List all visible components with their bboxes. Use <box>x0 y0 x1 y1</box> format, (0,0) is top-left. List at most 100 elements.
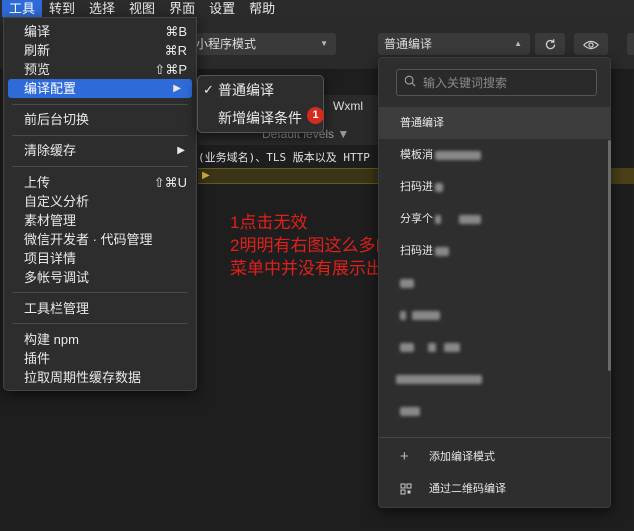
menu-item-label: 插件 <box>24 351 51 366</box>
compile-option[interactable]: 分享个 <box>379 203 610 235</box>
preview-eye-button[interactable] <box>574 33 608 55</box>
menu-item-label: 素材管理 <box>24 213 77 228</box>
compile-option-label: 扫码进 <box>400 181 433 193</box>
compile-option[interactable] <box>379 331 610 363</box>
compile-mode-dropdown: 普通编译 模板消 扫码进 分享个 扫码进 + 添加编译模式 <box>378 57 611 508</box>
submenu-item-normal-compile[interactable]: ✓ 普通编译 <box>198 78 323 102</box>
compile-option[interactable] <box>379 363 610 395</box>
menu-item-code-management[interactable]: 微信开发者 · 代码管理 <box>4 230 196 249</box>
tab-wxml[interactable]: Wxml <box>333 99 363 113</box>
compile-option-label: 普通编译 <box>400 117 444 129</box>
compile-search-box[interactable] <box>396 69 597 96</box>
caret-up-icon: ▲ <box>514 39 522 48</box>
menu-item-label: 上传 <box>24 175 51 190</box>
menu-item-multi-account-debug[interactable]: 多帐号调试 <box>4 268 196 287</box>
menu-select[interactable]: 选择 <box>82 0 122 17</box>
redacted-text <box>400 342 414 352</box>
menu-interface[interactable]: 界面 <box>162 0 202 17</box>
compile-search-input[interactable] <box>423 73 593 92</box>
menu-item-label: 清除缓存 <box>24 143 77 158</box>
redacted-text <box>400 278 414 288</box>
qrcode-icon <box>400 474 412 504</box>
menu-item-upload[interactable]: 上传 ⇧⌘U <box>4 173 196 192</box>
plus-icon: + <box>400 448 409 465</box>
menu-item-asset-management[interactable]: 素材管理 <box>4 211 196 230</box>
compile-config-submenu: ✓ 普通编译 新增编译条件 <box>197 75 324 133</box>
compile-option[interactable] <box>379 299 610 331</box>
menu-item-label: 微信开发者 · 代码管理 <box>24 232 153 247</box>
compile-option[interactable] <box>379 395 610 427</box>
submenu-arrow-icon: ▶ <box>177 145 185 156</box>
compile-option-normal[interactable]: 普通编译 <box>379 107 610 139</box>
menu-help[interactable]: 帮助 <box>242 0 282 17</box>
menu-item-label: 工具栏管理 <box>24 301 90 316</box>
compile-option[interactable]: 模板消 <box>379 139 610 171</box>
menu-item-toolbar-management[interactable]: 工具栏管理 <box>4 299 196 318</box>
menu-item-plugins[interactable]: 插件 <box>4 349 196 368</box>
menu-tools[interactable]: 工具 <box>2 0 43 17</box>
menu-item-label: 项目详情 <box>24 251 77 266</box>
menu-item-refresh[interactable]: 刷新 ⌘R <box>4 41 196 60</box>
menu-item-project-details[interactable]: 项目详情 <box>4 249 196 268</box>
menu-item-label: 前后台切换 <box>24 112 90 127</box>
add-compile-mode-label: 添加编译模式 <box>429 451 495 463</box>
menu-separator <box>12 323 188 324</box>
menu-item-preview[interactable]: 预览 ⇧⌘P <box>4 60 196 79</box>
menu-view[interactable]: 视图 <box>122 0 162 17</box>
menu-item-clear-cache[interactable]: 清除缓存 ▶ <box>4 141 196 160</box>
menu-item-label: 编译配置 <box>24 81 77 96</box>
mode-select[interactable]: 小程序模式 ▼ <box>190 33 336 55</box>
menu-item-compile[interactable]: 编译 ⌘B <box>4 22 196 41</box>
redacted-text <box>444 342 460 352</box>
menu-settings[interactable]: 设置 <box>202 0 242 17</box>
shortcut-label: ⇧⌘U <box>153 175 187 190</box>
menu-item-label: 编译 <box>24 24 51 39</box>
compile-option-label: 模板消 <box>400 149 433 161</box>
redacted-text <box>428 342 436 352</box>
menu-bar: 工具 转到 选择 视图 界面 设置 帮助 <box>0 0 634 17</box>
menu-separator <box>12 135 188 136</box>
menu-item-build-npm[interactable]: 构建 npm <box>4 330 196 349</box>
qrcode-compile-button[interactable]: 通过二维码编译 <box>379 474 610 504</box>
submenu-item-label: 普通编译 <box>218 82 274 98</box>
menu-item-fetch-cache-data[interactable]: 拉取周期性缓存数据 <box>4 368 196 387</box>
checkmark-icon: ✓ <box>203 82 214 97</box>
menu-separator <box>12 104 188 105</box>
menu-item-foreground-switch[interactable]: 前后台切换 <box>4 110 196 129</box>
shortcut-label: ⌘R <box>164 43 187 58</box>
submenu-arrow-icon: ▶ <box>173 83 181 94</box>
menu-item-label: 刷新 <box>24 43 51 58</box>
toolbar-edge-button[interactable] <box>627 33 634 55</box>
compile-mode-select[interactable]: 普通编译 ▲ <box>378 33 530 55</box>
menu-item-custom-analysis[interactable]: 自定义分析 <box>4 192 196 211</box>
panel-scrollbar[interactable] <box>608 140 611 371</box>
redacted-text <box>396 374 482 384</box>
redacted-text <box>400 406 420 416</box>
tools-menu: 编译 ⌘B 刷新 ⌘R 预览 ⇧⌘P 编译配置 ▶ 前后台切换 清除缓存 ▶ 上… <box>3 17 197 391</box>
menu-item-compile-config[interactable]: 编译配置 ▶ <box>8 79 192 98</box>
qrcode-compile-label: 通过二维码编译 <box>429 483 506 495</box>
menu-item-label: 多帐号调试 <box>24 270 90 285</box>
panel-divider <box>379 437 610 438</box>
compile-option[interactable]: 扫码进 <box>379 235 610 267</box>
notification-badge: 1 <box>307 107 324 124</box>
caret-down-icon: ▼ <box>320 39 328 48</box>
redacted-text <box>435 150 481 160</box>
submenu-item-add-compile-condition[interactable]: 新增编译条件 <box>198 106 323 130</box>
menu-item-label: 预览 <box>24 62 51 77</box>
refresh-button[interactable] <box>535 33 565 55</box>
console-warning-edge <box>610 168 634 184</box>
warning-triangle-icon: ▶ <box>202 170 210 181</box>
redacted-text <box>400 310 406 320</box>
menu-separator <box>12 292 188 293</box>
eye-icon <box>582 40 600 50</box>
menu-item-label: 构建 npm <box>24 332 79 347</box>
compile-option[interactable] <box>379 267 610 299</box>
mode-select-label: 小程序模式 <box>196 37 257 51</box>
menu-separator <box>12 166 188 167</box>
menu-goto[interactable]: 转到 <box>42 0 82 17</box>
add-compile-mode-button[interactable]: + 添加编译模式 <box>379 442 610 472</box>
compile-option[interactable]: 扫码进 <box>379 171 610 203</box>
search-icon <box>404 75 416 87</box>
redacted-text <box>412 310 440 320</box>
